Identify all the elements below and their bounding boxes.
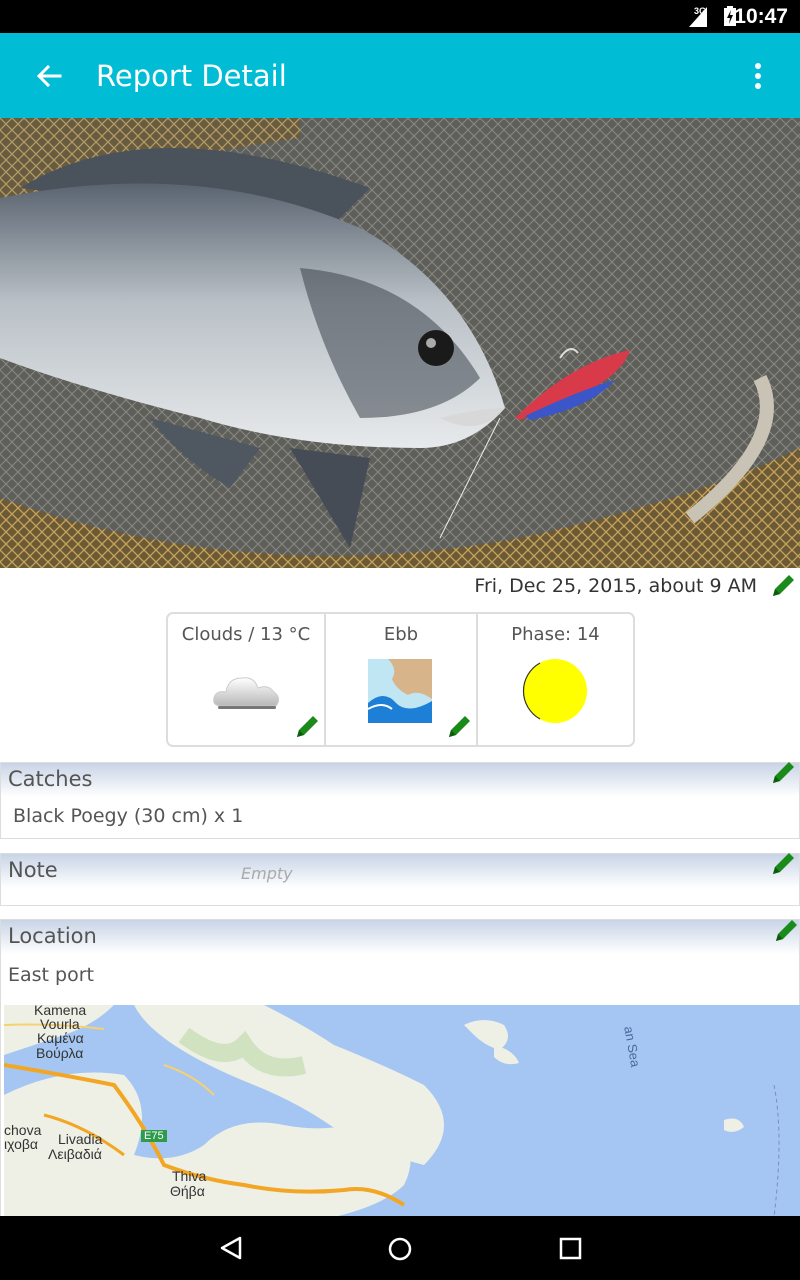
recents-nav-icon[interactable] [559, 1237, 583, 1261]
status-bar: 3G 10:47 [0, 0, 800, 33]
location-header: Location [1, 920, 799, 954]
edit-date-pencil-icon[interactable] [770, 571, 798, 599]
report-date: Fri, Dec 25, 2015, about 9 AM [474, 575, 757, 597]
location-title: Location [8, 924, 97, 948]
map-label-livadia-gr: Λειβαδιά [48, 1146, 102, 1162]
edit-tide-pencil-icon[interactable] [446, 712, 474, 740]
catch-photo[interactable] [0, 118, 800, 568]
weather-cell[interactable]: Clouds / 13 °C [168, 614, 326, 745]
catches-title: Catches [8, 767, 93, 791]
map-label-chova-gr: ιχοβα [4, 1136, 39, 1152]
tide-icon [368, 659, 432, 723]
map-label-thiva: Thiva [172, 1168, 207, 1184]
moon-cell[interactable]: Phase: 14 [478, 614, 633, 745]
edit-weather-pencil-icon[interactable] [294, 712, 322, 740]
note-empty-hint: Empty [241, 864, 293, 883]
back-nav-icon[interactable] [218, 1235, 244, 1261]
edit-location-pencil-icon[interactable] [773, 916, 800, 944]
map-label-vourla-gr: Καμένα [37, 1030, 84, 1046]
app-bar: Report Detail [0, 33, 800, 118]
page-title: Report Detail [96, 59, 287, 93]
conditions-panel: Clouds / 13 °C Ebb Phase: 14 [166, 612, 635, 747]
note-section: Note Empty [0, 853, 800, 906]
location-map[interactable]: Kamena Vourla Καμένα Βούρλα chova ιχοβα … [4, 1005, 800, 1217]
catches-section: Catches Black Poegy (30 cm) x 1 [0, 762, 800, 839]
moon-phase-label: Phase: 14 [511, 624, 600, 645]
weather-label: Clouds / 13 °C [181, 624, 311, 645]
catches-header: Catches [1, 762, 799, 797]
map-label-livadia: Livadia [58, 1131, 103, 1147]
map-label-thiva-gr: Θήβα [170, 1183, 205, 1199]
signal-icon [689, 7, 707, 27]
more-options-icon[interactable] [752, 61, 764, 91]
status-time: 10:47 [734, 5, 788, 28]
cloud-icon [213, 677, 280, 709]
catches-value: Black Poegy (30 cm) x 1 [13, 805, 244, 827]
note-header: Note Empty [1, 853, 799, 888]
edit-note-pencil-icon[interactable] [770, 849, 798, 877]
tide-cell[interactable]: Ebb [326, 614, 478, 745]
edit-catches-pencil-icon[interactable] [770, 758, 798, 786]
map-label-vourla-gr2: Βούρλα [36, 1045, 84, 1061]
home-nav-icon[interactable] [387, 1236, 413, 1262]
tide-label: Ebb [383, 624, 419, 645]
note-title: Note [8, 858, 58, 882]
navigation-bar [0, 1216, 800, 1280]
location-value: East port [8, 964, 94, 986]
map-label-road: E75 [141, 1130, 167, 1142]
moon-icon [522, 659, 587, 723]
back-arrow-icon[interactable] [34, 61, 64, 91]
